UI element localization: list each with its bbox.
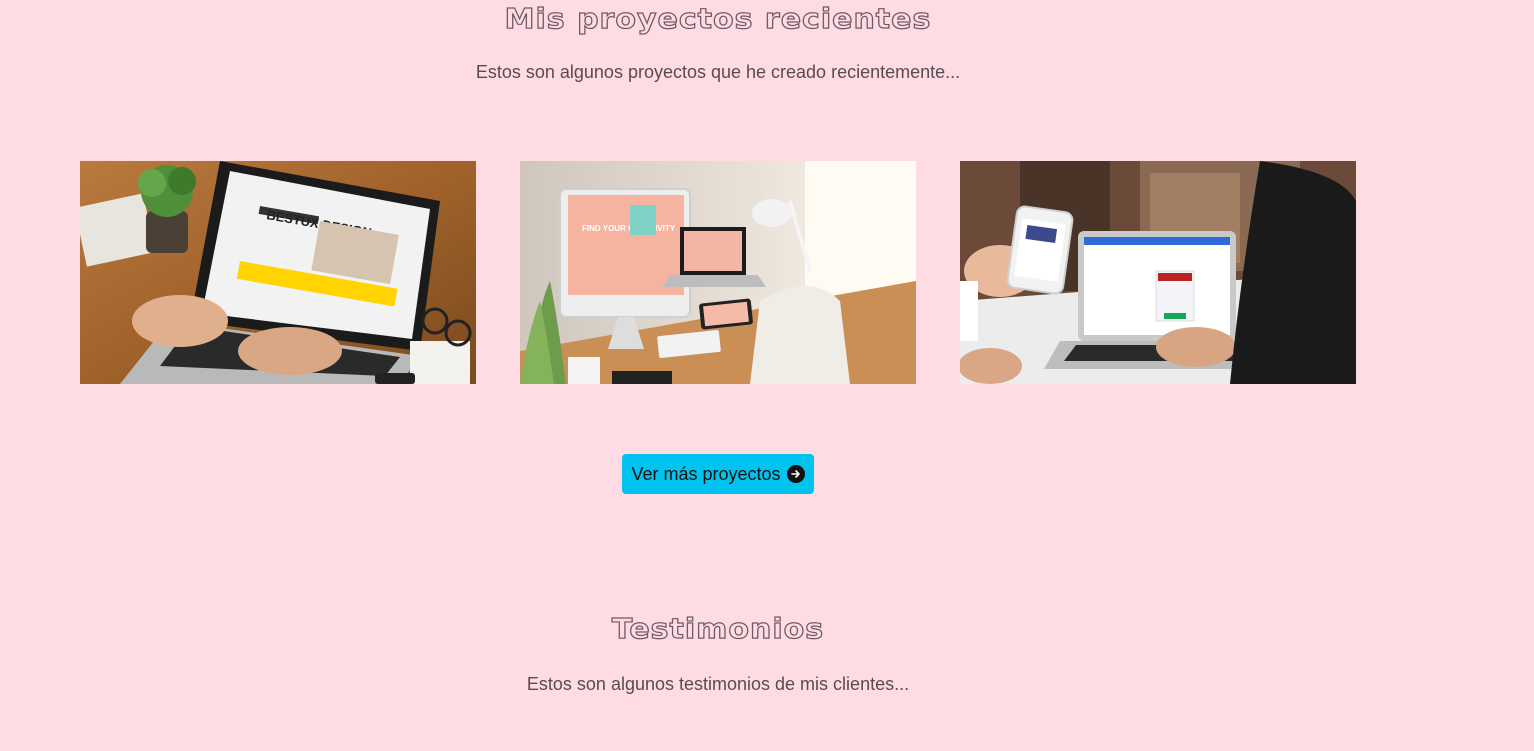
- testimonials-title: Testimonios: [611, 613, 825, 646]
- phone-and-laptop-photo: [960, 161, 1356, 384]
- testimonials-subtitle: Estos son algunos testimonios de mis cli…: [526, 674, 910, 694]
- project-image-responsive[interactable]: FIND YOUR CREATIVITY: [520, 161, 916, 384]
- projects-gallery: BESTUX DESIGN FIND YOUR CREATIVITY: [80, 161, 1356, 384]
- projects-subtitle: Estos son algunos proyectos que he cread…: [475, 62, 961, 82]
- more-projects-button[interactable]: Ver más proyectos: [622, 454, 814, 494]
- more-projects-label: Ver más proyectos: [631, 463, 781, 484]
- projects-title: Mis proyectos recientes: [504, 3, 932, 36]
- page: Mis proyectos recientes Estos son alguno…: [0, 0, 1534, 751]
- arrow-right-circle-icon: [786, 465, 805, 483]
- responsive-desk-devices-photo: FIND YOUR CREATIVITY: [520, 161, 916, 384]
- laptop-web-design-photo: BESTUX DESIGN: [80, 161, 476, 384]
- project-image-laptop[interactable]: BESTUX DESIGN: [80, 161, 476, 384]
- monitor-screen-text: FIND YOUR CREATIVITY: [582, 224, 676, 233]
- project-image-phone-laptop[interactable]: [960, 161, 1356, 384]
